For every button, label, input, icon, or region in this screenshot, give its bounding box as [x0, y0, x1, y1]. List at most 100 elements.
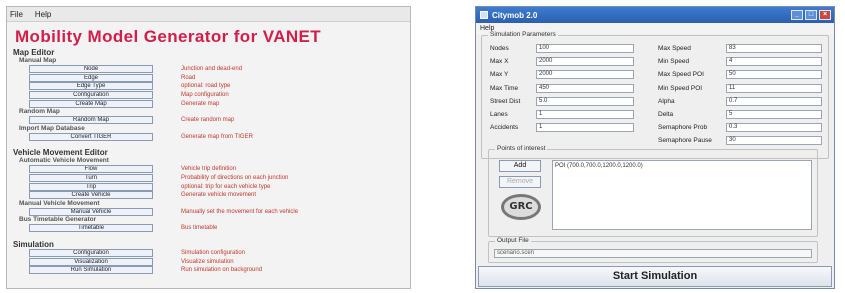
parameter-label: Min Speed [658, 58, 690, 66]
editor-button[interactable]: Configuration [29, 249, 153, 258]
editor-button[interactable]: Edge Type [29, 82, 153, 91]
title-bar: Citymob 2.0 _ □ × [476, 7, 834, 23]
parameter-input[interactable]: 450 [536, 83, 634, 93]
mobility-generator-window: File Help Mobility Model Generator for V… [6, 6, 411, 289]
editor-button[interactable]: Configuration [29, 91, 153, 100]
editor-button[interactable]: Edge [29, 73, 153, 82]
parameter-row: Semaphore Pause 30 [658, 136, 822, 146]
group-heading: Automatic Vehicle Movement [19, 157, 109, 165]
editor-button[interactable]: Create Vehicle [29, 191, 153, 200]
window-title: Citymob 2.0 [492, 10, 538, 20]
editor-button[interactable]: Run Simulation [29, 266, 153, 275]
citymob-window: Citymob 2.0 _ □ × Help Simulation Parame… [475, 6, 835, 289]
editor-description: Create random map [181, 117, 235, 124]
simulation-parameters-group: Simulation Parameters Nodes 100 Max X 2000 M… [481, 31, 829, 159]
menu-file[interactable]: File [10, 10, 23, 19]
editor-description: Manually set the movement for each vehic… [181, 208, 299, 215]
editor-row: Visualization Visualize simulation [29, 257, 410, 266]
editor-button[interactable]: Random Map [29, 116, 153, 125]
editor-row: Turn Probability of directions on each ju… [29, 174, 410, 183]
parameter-input[interactable]: 100 [536, 44, 634, 53]
parameter-input[interactable]: 5.0 [536, 96, 634, 106]
parameter-row: Street Dist 5.0 [490, 96, 634, 106]
editor-row: Node Junction and dead-end [29, 65, 410, 74]
parameter-input[interactable]: 30 [726, 136, 822, 146]
app-icon [480, 11, 488, 19]
editor-description: Junction and dead-end [181, 66, 243, 73]
maximize-icon[interactable]: □ [805, 10, 817, 20]
parameter-input[interactable]: 1 [536, 123, 634, 133]
parameter-row: Nodes 100 [490, 44, 634, 53]
minimize-icon[interactable]: _ [791, 10, 803, 20]
parameter-row: Max Speed 83 [658, 44, 822, 53]
parameter-row: Min Speed POI 11 [658, 83, 822, 93]
remove-button[interactable]: Remove [499, 176, 541, 188]
editor-button[interactable]: Turn [29, 174, 153, 183]
editor-panel: Map Editor Manual Map Node Junction and dea… [7, 48, 410, 275]
parameter-input[interactable]: 4 [726, 57, 822, 67]
parameter-row: Delta 5 [658, 110, 822, 119]
editor-row: Run Simulation Run simulation on backgrou… [29, 266, 410, 275]
section-heading: Map Editor [13, 48, 55, 57]
editor-row: Convert TIGER Generate map from TIGER [29, 132, 410, 142]
parameter-input[interactable]: 2000 [536, 57, 634, 67]
parameter-label: Min Speed POI [658, 84, 703, 92]
parameter-label: Accidents [490, 124, 519, 132]
editor-row: Configuration Simulation configuration [29, 249, 410, 258]
parameter-input[interactable]: 0.3 [726, 123, 822, 133]
group-heading: Import Map Database [19, 124, 85, 132]
parameter-input[interactable]: 83 [726, 44, 822, 53]
group-heading: Random Map [19, 107, 60, 115]
parameter-input[interactable]: 0.7 [726, 96, 822, 106]
editor-description: Road [181, 74, 196, 81]
poi-list[interactable]: POI (700.0,700.0,1200.0,1200.0) [552, 160, 812, 230]
editor-description: Vehicle trip definition [181, 166, 237, 173]
output-file-group: Output File scenario.scen [488, 237, 818, 263]
editor-button[interactable]: Create Map [29, 99, 153, 108]
parameter-label: Max X [490, 58, 509, 66]
parameter-label: Max Speed [658, 45, 691, 52]
menu-help[interactable]: Help [35, 10, 51, 19]
parameter-row: Max X 2000 [490, 57, 634, 67]
parameter-input[interactable]: 1 [536, 110, 634, 119]
editor-row: Timetable Bus timetable [29, 224, 410, 233]
editor-button[interactable]: Manual Vehicle [29, 207, 153, 216]
parameter-label: Max Speed POI [658, 71, 704, 79]
screenshot-stage: File Help Mobility Model Generator for V… [0, 0, 845, 293]
editor-row: Random Map Create random map [29, 116, 410, 125]
parameter-row: Max Y 2000 [490, 70, 634, 80]
add-button[interactable]: Add [499, 160, 541, 172]
editor-button[interactable]: Timetable [29, 224, 153, 233]
parameter-row: Lanes 1 [490, 110, 634, 119]
editor-button[interactable]: Flow [29, 165, 153, 174]
parameter-row: Max Speed POI 50 [658, 70, 822, 80]
parameter-row: Accidents 1 [490, 123, 634, 133]
editor-button[interactable]: Node [29, 65, 153, 74]
parameter-label: Street Dist [490, 97, 521, 105]
editor-button[interactable]: Visualization [29, 257, 153, 266]
editor-description: Bus timetable [181, 225, 218, 232]
editor-description: optional: road type [181, 83, 231, 90]
parameter-input[interactable]: 5 [726, 110, 822, 119]
parameter-input[interactable]: 2000 [536, 70, 634, 80]
editor-button[interactable]: Trip [29, 182, 153, 191]
parameter-input[interactable]: 50 [726, 70, 822, 80]
editor-description: Generate map [181, 100, 220, 107]
group-heading: Bus Timetable Generator [19, 216, 97, 224]
editor-row: Configuration Map configuration [29, 91, 410, 100]
editor-description: Probability of directions on each juncti… [181, 175, 289, 182]
parameter-row: Min Speed 4 [658, 57, 822, 67]
output-file-field[interactable]: scenario.scen [494, 249, 812, 258]
parameter-input[interactable]: 11 [726, 83, 822, 93]
parameter-label: Delta [658, 111, 674, 118]
parameter-label: Semaphore Pause [658, 137, 712, 145]
editor-description: Generate map from TIGER [181, 133, 253, 140]
section-heading: Vehicle Movement Editor [13, 148, 108, 158]
start-simulation-button[interactable]: Start Simulation [478, 266, 832, 287]
parameter-row: Max Time 450 [490, 83, 634, 93]
parameter-label: Max Y [490, 71, 509, 79]
points-of-interest-group: Points of interest Add Remove GRC POI (7… [488, 145, 818, 237]
close-icon[interactable]: × [819, 10, 831, 20]
editor-row: Create Map Generate map [29, 99, 410, 108]
editor-button[interactable]: Convert TIGER [29, 132, 153, 141]
